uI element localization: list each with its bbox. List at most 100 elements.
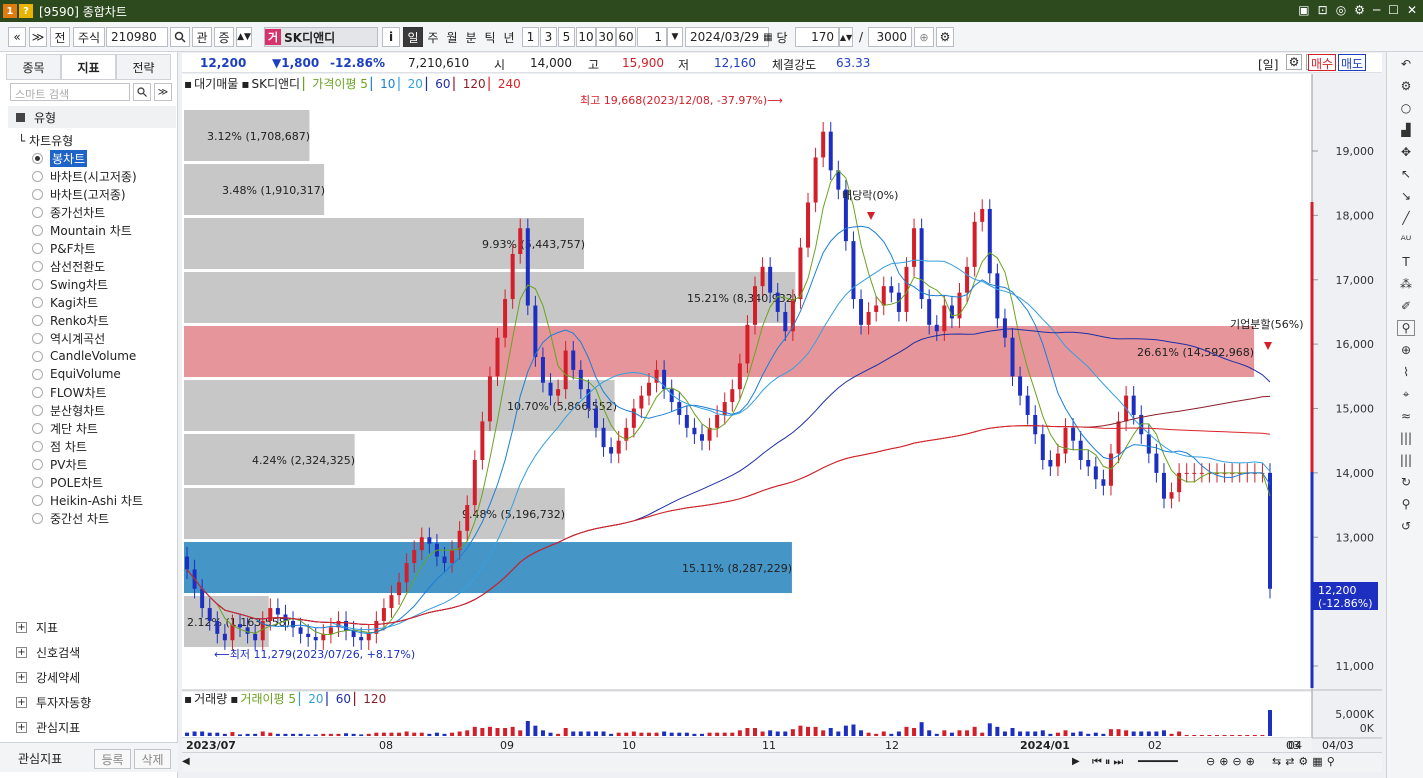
- radio-icon[interactable]: [32, 440, 43, 452]
- radio-icon[interactable]: [32, 278, 43, 290]
- chart-type-option[interactable]: 봉차트: [32, 149, 88, 167]
- chart-type-option[interactable]: 종가선차트: [32, 203, 105, 221]
- play-controls[interactable]: ⏮⏸⏭: [1092, 755, 1126, 769]
- minute-10-button[interactable]: 10: [576, 27, 596, 47]
- chart-type-option[interactable]: 역시계곡선: [32, 329, 105, 347]
- expand-icon[interactable]: +: [16, 621, 27, 633]
- minute-30-button[interactable]: 30: [596, 27, 616, 47]
- period-day-button[interactable]: 일: [403, 27, 423, 47]
- radio-icon[interactable]: [32, 458, 43, 470]
- legend-item[interactable]: 240: [498, 77, 521, 91]
- info-button[interactable]: i: [382, 27, 400, 47]
- expand-icon[interactable]: +: [16, 671, 27, 683]
- chart-type-option[interactable]: Swing차트: [32, 275, 108, 293]
- radio-icon[interactable]: [32, 422, 43, 434]
- indicator-group[interactable]: + 신호검색: [16, 642, 80, 662]
- radio-icon[interactable]: [32, 170, 43, 182]
- radio-icon[interactable]: [32, 494, 43, 506]
- auto-icon[interactable]: ᴬᵁ: [1397, 232, 1415, 248]
- search-icon[interactable]: [170, 27, 190, 47]
- legend-item[interactable]: 20: [308, 692, 323, 706]
- search-zoom-icon[interactable]: ⚲: [1397, 496, 1415, 512]
- slider-icon[interactable]: ━━━━━━: [1138, 755, 1178, 768]
- radio-icon[interactable]: [32, 368, 43, 380]
- legend-item[interactable]: 120: [463, 77, 486, 91]
- magnifier-icon[interactable]: ⚲: [1397, 320, 1415, 336]
- chart-type-option[interactable]: PV차트: [32, 455, 88, 473]
- app-badge-1[interactable]: 1: [3, 4, 17, 18]
- indicator-group[interactable]: + 관심지표: [16, 717, 80, 737]
- paint-icon[interactable]: ✐: [1397, 298, 1415, 314]
- radio-icon[interactable]: [32, 350, 43, 362]
- minute-60-button[interactable]: 60: [616, 27, 636, 47]
- spin-icon[interactable]: ▲▼: [236, 27, 252, 47]
- period-year-button[interactable]: 년: [500, 27, 518, 47]
- interval-input[interactable]: 1: [637, 27, 667, 47]
- view-controls[interactable]: ⇆⇄⚙▦⚲: [1272, 755, 1339, 768]
- chart-type-option[interactable]: CandleVolume: [32, 347, 136, 365]
- prev-button[interactable]: «: [8, 27, 26, 47]
- count-input[interactable]: 170: [795, 27, 839, 47]
- pattern-icon[interactable]: ⁂: [1397, 276, 1415, 292]
- radio-icon[interactable]: [32, 242, 43, 254]
- legend-item[interactable]: 대기매물: [194, 77, 238, 91]
- zoom-controls[interactable]: ⊖⊕⊖⊕: [1206, 755, 1259, 768]
- radio-icon[interactable]: [32, 260, 43, 272]
- chart-type-option[interactable]: P&F차트: [32, 239, 96, 257]
- chart-type-option[interactable]: Heikin-Ashi 차트: [32, 491, 143, 509]
- bars-icon[interactable]: |||: [1397, 430, 1415, 446]
- mode-all-button[interactable]: 전: [50, 27, 70, 47]
- radio-icon[interactable]: [32, 476, 43, 488]
- chart-type-option[interactable]: Renko차트: [32, 311, 109, 329]
- code-input[interactable]: 210980: [106, 27, 168, 47]
- expand-icon[interactable]: +: [16, 696, 27, 708]
- chart-type-option[interactable]: 점 차트: [32, 437, 87, 455]
- search-icon[interactable]: [133, 83, 151, 101]
- radio-icon[interactable]: [32, 188, 43, 200]
- ruler-icon[interactable]: ⌇: [1397, 364, 1415, 380]
- scroll-right-icon[interactable]: ▶: [1072, 756, 1080, 767]
- expand-icon[interactable]: +: [16, 646, 27, 658]
- total-input[interactable]: 3000: [868, 27, 912, 47]
- count-spin-icon[interactable]: ▲▼: [839, 27, 853, 47]
- close-icon[interactable]: ✕: [1407, 3, 1417, 17]
- stock-name-field[interactable]: 거 SK디앤디: [264, 27, 378, 47]
- radio-icon[interactable]: [32, 386, 43, 398]
- chart-type-option[interactable]: 삼선전환도: [32, 257, 105, 275]
- menu-button[interactable]: ≫: [29, 27, 47, 47]
- price-chart[interactable]: 19,000 18,000 17,000 16,000 15,000 14,000 13,0…: [182, 52, 1382, 752]
- minute-5-button[interactable]: 5: [558, 27, 575, 47]
- expand-icon[interactable]: +: [16, 721, 27, 733]
- minimize-icon[interactable]: ─: [1373, 3, 1380, 17]
- radio-icon[interactable]: [32, 332, 43, 344]
- legend-item[interactable]: 10: [380, 77, 395, 91]
- minute-1-button[interactable]: 1: [522, 27, 539, 47]
- link-icon[interactable]: ▣: [1298, 3, 1309, 17]
- legend-item[interactable]: 거래이평 5: [240, 692, 296, 706]
- indicator-group[interactable]: + 투자자동향: [16, 692, 91, 712]
- zoom-in-icon[interactable]: ⊕: [914, 27, 934, 47]
- maximize-icon[interactable]: ☐: [1388, 3, 1399, 17]
- legend-item[interactable]: 60: [435, 77, 450, 91]
- period-tick-button[interactable]: 틱: [481, 27, 499, 47]
- tree-root[interactable]: └ 차트유형: [18, 132, 73, 149]
- indicator-group[interactable]: + 강세약세: [16, 667, 80, 687]
- text-icon[interactable]: T: [1397, 254, 1415, 270]
- cross-icon[interactable]: ✥: [1397, 144, 1415, 160]
- scroll-left-icon[interactable]: ◀: [182, 756, 190, 767]
- legend-item[interactable]: 120: [363, 692, 386, 706]
- chart-icon[interactable]: ▟: [1397, 122, 1415, 138]
- indicator-group[interactable]: + 지표: [16, 617, 58, 637]
- select-icon[interactable]: ⌖: [1397, 386, 1415, 402]
- chart-type-option[interactable]: POLE차트: [32, 473, 103, 491]
- layout-icon[interactable]: ⊡: [1318, 3, 1328, 17]
- radio-icon[interactable]: [32, 296, 43, 308]
- chart-type-option[interactable]: 바차트(고저종): [32, 185, 126, 203]
- help-badge[interactable]: ?: [19, 4, 33, 18]
- smart-search-input[interactable]: 스마트 검색: [10, 83, 130, 101]
- related-button[interactable]: 관: [192, 27, 212, 47]
- refresh-icon[interactable]: ↻: [1397, 474, 1415, 490]
- settings-icon[interactable]: ⚙: [936, 27, 954, 47]
- pointer-icon[interactable]: ↘: [1397, 188, 1415, 204]
- chart-type-option[interactable]: 분산형차트: [32, 401, 105, 419]
